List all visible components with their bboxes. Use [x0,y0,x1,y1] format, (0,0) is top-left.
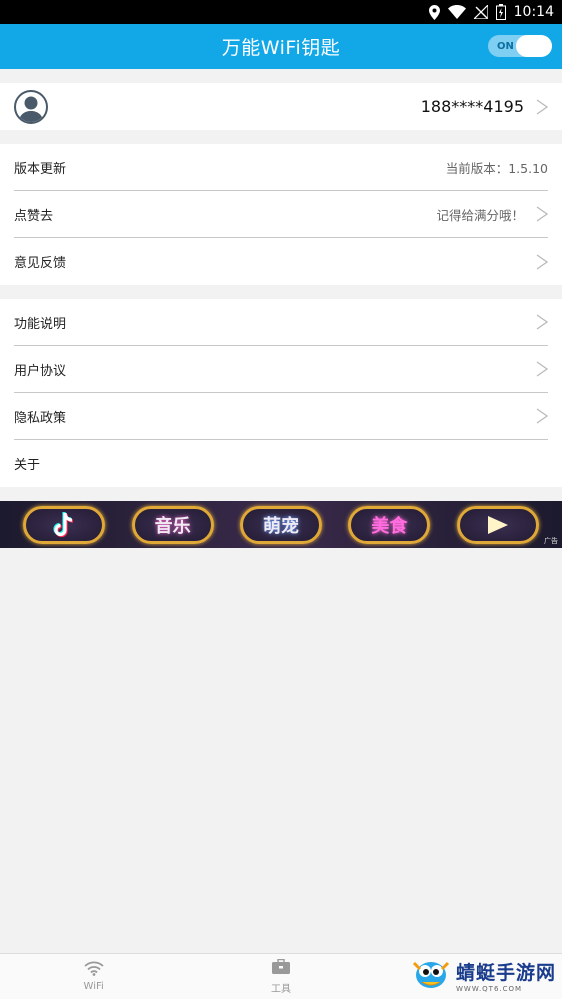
status-time: 10:14 [513,4,554,20]
play-icon[interactable] [456,505,539,544]
ad-food-button[interactable]: 美食 [348,505,431,544]
watermark-sub: WWW.QT6.COM [455,984,523,993]
nav-tools[interactable]: 工具 [187,954,374,999]
location-icon [428,4,440,20]
wifi-toggle[interactable]: ON [488,35,552,57]
row-label: 版本更新 [14,161,67,177]
feedback-row[interactable]: 意见反馈 [14,238,549,285]
spacer [0,487,562,501]
nav-wifi[interactable]: WiFi [0,954,187,999]
user-agreement-row[interactable]: 用户协议 [14,346,549,393]
row-label: 点赞去 [14,208,54,224]
ad-music-button[interactable]: 音乐 [131,505,214,544]
dragonfly-logo-icon [410,955,452,995]
nav-label: WiFi [83,981,104,992]
ad-tag: 广告 [544,537,558,545]
ad-pets-button[interactable]: 萌宠 [239,505,322,544]
no-signal-icon [473,5,488,19]
tiktok-icon[interactable] [23,505,106,544]
row-label: 隐私政策 [14,410,67,426]
chevron-right-icon [536,361,549,377]
version-update-row[interactable]: 版本更新 当前版本：1.5.10 [14,144,548,191]
app-bar: 万能WiFi钥匙 ON [0,24,562,69]
spacer [0,130,562,144]
privacy-policy-row[interactable]: 隐私政策 [14,393,549,440]
row-label: 用户协议 [14,363,67,379]
current-version: 当前版本：1.5.10 [445,160,548,176]
chevron-right-icon [536,253,549,270]
spacer [0,285,562,299]
chevron-right-icon [536,206,549,222]
app-title: 万能WiFi钥匙 [221,37,341,59]
row-label: 意见反馈 [14,256,67,271]
watermark-title: 蜻蜓手游网 [455,961,556,984]
ad-banner[interactable]: 音乐 萌宠 美食 广告 [0,501,562,548]
rate-row[interactable]: 点赞去 记得给满分哦！ [14,191,549,238]
about-row[interactable]: 关于 [14,440,548,487]
watermark: 蜻蜓手游网 WWW.QT6.COM [410,955,556,995]
wifi-icon [84,961,104,979]
toolbox-icon [271,958,291,978]
row-label: 功能说明 [14,316,67,332]
row-label: 关于 [14,458,41,473]
feature-guide-row[interactable]: 功能说明 [14,299,549,346]
status-bar: 10:14 [0,0,562,24]
chevron-right-icon [536,314,549,330]
rate-hint: 记得给满分哦！ [436,207,524,223]
phone-number: 188****4195 [420,97,524,116]
profile-row[interactable]: 188****4195 [0,83,562,130]
wifi-signal-icon [447,5,466,19]
battery-icon [495,4,506,20]
nav-label: 工具 [270,983,291,995]
toggle-label: ON [497,40,514,52]
settings-group-1: 版本更新 当前版本：1.5.10 点赞去 记得给满分哦！ 意见反馈 [0,144,562,285]
toggle-knob [516,35,552,57]
settings-group-2: 功能说明 用户协议 隐私政策 关于 [0,299,562,487]
chevron-right-icon [536,408,549,424]
spacer [0,69,562,83]
chevron-right-icon [536,98,549,115]
user-avatar-icon [14,89,48,124]
